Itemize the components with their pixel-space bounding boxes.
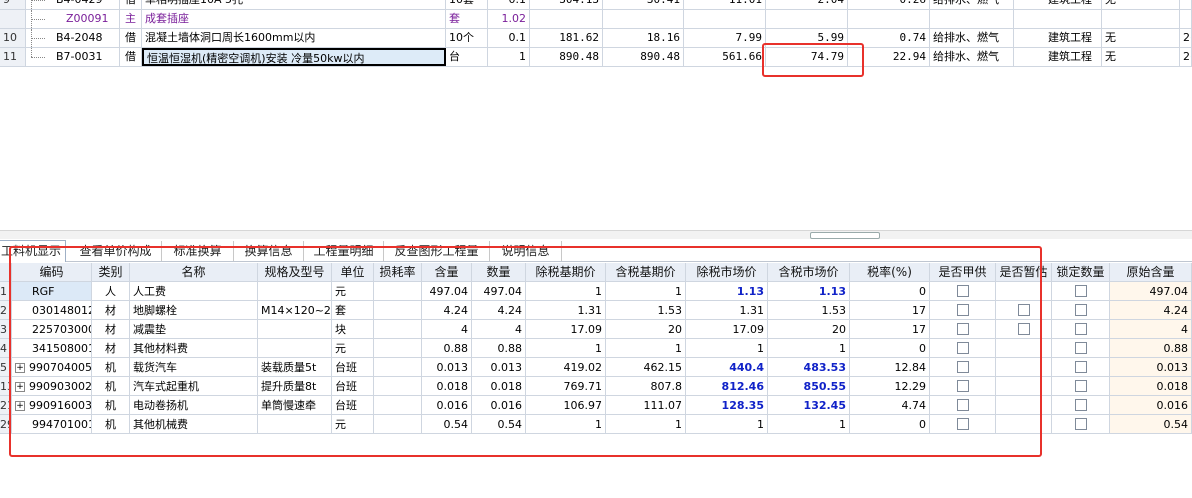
lock-qty-cell [1052,301,1110,320]
highlight-box [9,246,1042,457]
quota-misc: 无 [1102,0,1180,9]
splitter-grip[interactable] [810,232,880,239]
quota-unit: 套 [446,10,488,28]
quota-value-3: 561.66 [684,48,766,66]
lock-qty-checkbox[interactable] [1074,399,1087,411]
tree-connector [26,0,45,9]
quota-row[interactable]: 11 B7-0031 借 恒温恒湿机(精密空调机)安装 冷量50kw以内 台 1… [0,48,1192,67]
cell-original-content: 0.88 [1110,339,1192,358]
quota-row[interactable]: 9 B4-0429 借 单相明插座10A 5孔 10套 0.1 304.13 3… [0,0,1192,10]
quota-qty[interactable]: 1.02 [488,10,530,28]
quota-value-3: 7.99 [684,29,766,47]
quota-name-editing[interactable]: 恒温恒湿机(精密空调机)安装 冷量50kw以内 [142,48,446,66]
lock-qty-cell [1052,320,1110,339]
quota-name[interactable]: 成套插座 [142,10,446,28]
tree-connector [26,10,45,28]
quota-unit: 10套 [446,0,488,9]
quota-name[interactable]: 单相明插座10A 5孔 [142,0,446,9]
lock-qty-cell [1052,415,1110,434]
highlight-box [762,43,864,77]
lock-qty-cell [1052,339,1110,358]
lock-qty-checkbox[interactable] [1074,342,1087,354]
cell-original-content: 0.016 [1110,396,1192,415]
quota-type: 借 [120,29,142,47]
lock-qty-cell [1052,377,1110,396]
quota-category: 建筑工程 [1014,0,1102,9]
quota-type: 借 [120,0,142,9]
tree-connector [26,29,45,47]
quota-qty[interactable]: 1 [488,48,530,66]
quota-tail [1180,10,1192,28]
quota-tail: 2( [1180,29,1192,47]
quota-category: 建筑工程 [1014,29,1102,47]
quota-value-2: 30.41 [603,0,684,9]
quota-code[interactable]: B4-2048 [46,29,120,47]
quota-code[interactable]: B4-0429 [46,0,120,9]
quota-tail: 2( [1180,48,1192,66]
quota-value-2: 890.48 [603,48,684,66]
lock-qty-checkbox[interactable] [1074,361,1087,373]
quota-value-4 [766,10,848,28]
quota-name[interactable]: 混凝土墙体洞口周长1600mm以内 [142,29,446,47]
quota-value-3: 11.01 [684,0,766,9]
lock-qty-checkbox[interactable] [1074,323,1087,335]
quota-grid: 9 B4-0429 借 单相明插座10A 5孔 10套 0.1 304.13 3… [0,0,1192,67]
quota-value-1 [530,10,603,28]
quota-value-1: 304.13 [530,0,603,9]
lock-qty-cell [1052,358,1110,377]
quota-row[interactable]: 10 B4-2048 借 混凝土墙体洞口周长1600mm以内 10个 0.1 1… [0,29,1192,48]
quota-code[interactable]: Z00091 [46,10,120,28]
quota-code[interactable]: B7-0031 [46,48,120,66]
quota-tail [1180,0,1192,9]
quota-misc: 无 [1102,29,1180,47]
quota-major: 给排水、燃气 [930,0,1014,9]
quota-value-5: 0.26 [848,0,930,9]
quota-unit: 台 [446,48,488,66]
col-lock-qty[interactable]: 锁定数量 [1052,263,1110,282]
lock-qty-cell [1052,282,1110,301]
quota-unit: 10个 [446,29,488,47]
quota-value-2 [603,10,684,28]
lock-qty-checkbox[interactable] [1074,285,1087,297]
cell-original-content: 4.24 [1110,301,1192,320]
quota-major: 给排水、燃气 [930,48,1014,66]
quota-qty[interactable]: 0.1 [488,0,530,9]
col-original-content[interactable]: 原始含量 [1110,263,1192,282]
quota-value-3 [684,10,766,28]
lock-qty-checkbox[interactable] [1074,304,1087,316]
quota-misc [1102,10,1180,28]
lock-qty-cell [1052,396,1110,415]
quota-major: 给排水、燃气 [930,29,1014,47]
quota-category: 建筑工程 [1014,48,1102,66]
quota-row[interactable]: Z00091 主 成套插座 套 1.02 [0,10,1192,29]
quota-type: 借 [120,48,142,66]
cell-original-content: 0.013 [1110,358,1192,377]
quota-value-4: 2.04 [766,0,848,9]
lock-qty-checkbox[interactable] [1074,418,1087,430]
quota-value-2: 18.16 [603,29,684,47]
quota-major [930,10,1014,28]
row-number: 9 [0,0,26,9]
row-number [0,10,26,28]
cell-original-content: 0.018 [1110,377,1192,396]
cell-original-content: 497.04 [1110,282,1192,301]
quota-value-5 [848,10,930,28]
cell-original-content: 4 [1110,320,1192,339]
quota-misc: 无 [1102,48,1180,66]
quota-value-1: 181.62 [530,29,603,47]
quota-category [1014,10,1102,28]
quota-qty[interactable]: 0.1 [488,29,530,47]
row-number: 11 [0,48,26,66]
cell-original-content: 0.54 [1110,415,1192,434]
lock-qty-checkbox[interactable] [1074,380,1087,392]
quota-type: 主 [120,10,142,28]
row-number: 10 [0,29,26,47]
quota-value-1: 890.48 [530,48,603,66]
tree-connector [26,48,45,66]
